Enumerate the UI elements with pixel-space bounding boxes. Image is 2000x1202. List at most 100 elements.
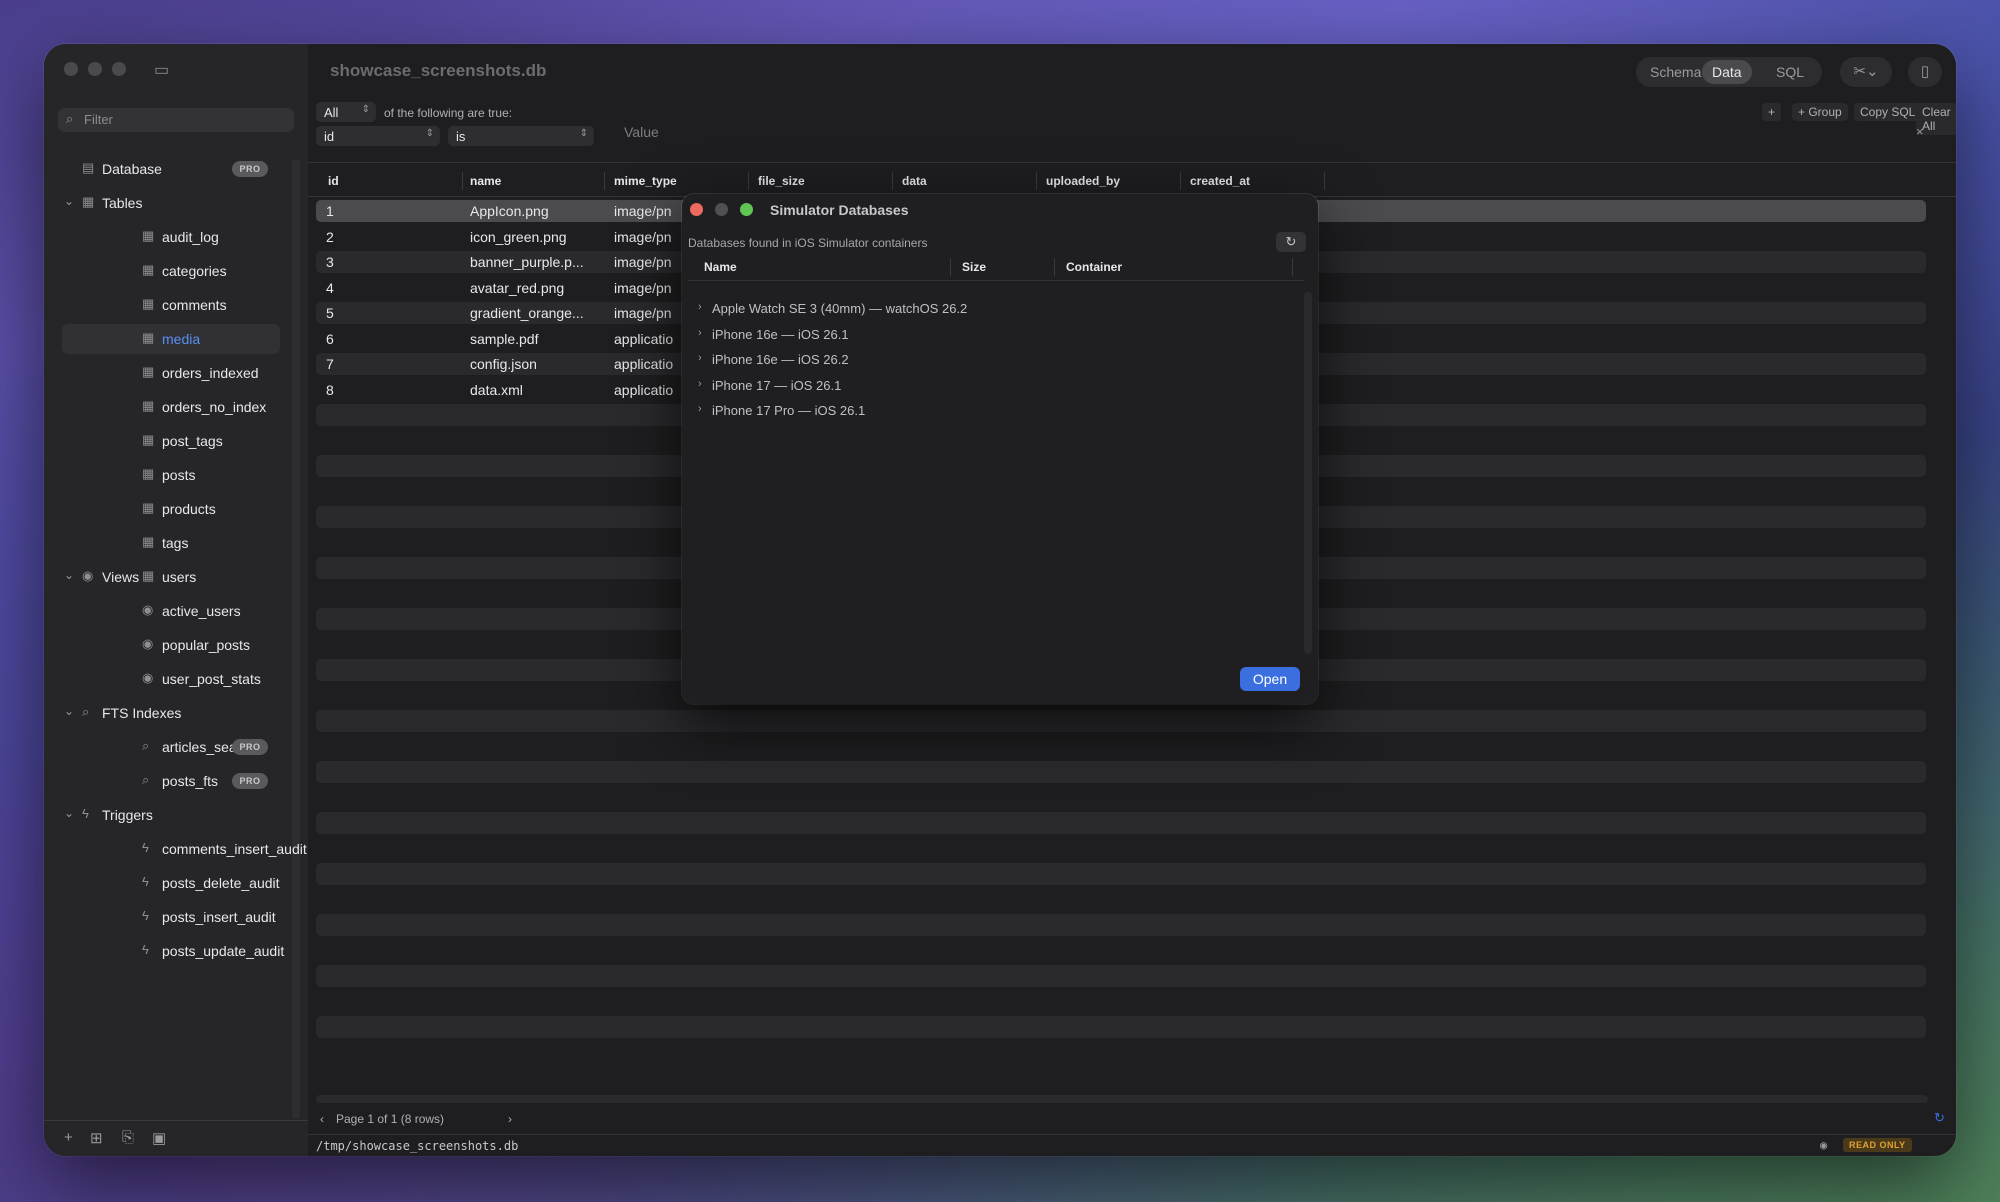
sidebar-item-tags[interactable]: ▦ tags bbox=[44, 528, 280, 558]
sidebar-item-orders-no-index[interactable]: ▦ orders_no_index bbox=[44, 392, 280, 422]
table-row[interactable] bbox=[316, 710, 1926, 732]
console-icon[interactable]: ▣ bbox=[152, 1129, 166, 1147]
sidebar-item-database[interactable]: ▤ Database PRO bbox=[44, 154, 280, 184]
column-divider[interactable] bbox=[1292, 258, 1293, 276]
tab-schema[interactable]: Schema bbox=[1650, 64, 1701, 80]
column-divider[interactable] bbox=[1054, 258, 1055, 276]
match-select[interactable]: All ⇕ bbox=[316, 102, 376, 122]
column-divider[interactable] bbox=[1324, 172, 1325, 190]
column-divider[interactable] bbox=[462, 172, 463, 190]
sidebar-item-audit-log[interactable]: ▦ audit_log bbox=[44, 222, 280, 252]
table-row[interactable] bbox=[316, 761, 1926, 783]
clipboard-icon[interactable]: ⎘ bbox=[122, 1129, 134, 1146]
close-window-button[interactable] bbox=[64, 62, 78, 76]
eye-icon[interactable]: ◉ bbox=[1820, 1138, 1827, 1152]
chevron-right-icon[interactable]: › bbox=[698, 378, 702, 390]
zoom-window-button[interactable] bbox=[112, 62, 126, 76]
column-divider[interactable] bbox=[604, 172, 605, 190]
table-row[interactable] bbox=[316, 1016, 1926, 1038]
sidebar-item-orders-indexed[interactable]: ▦ orders_indexed bbox=[44, 358, 280, 388]
sidebar-filter-input[interactable]: ⌕ Filter bbox=[58, 108, 294, 132]
next-page-button[interactable]: › bbox=[508, 1112, 512, 1126]
add-group-button[interactable]: + Group bbox=[1792, 103, 1848, 121]
table-row[interactable] bbox=[316, 1042, 1926, 1064]
add-icon[interactable]: + bbox=[64, 1129, 73, 1146]
sidebar-toggle-icon[interactable]: ▭ bbox=[154, 60, 176, 79]
table-row[interactable] bbox=[316, 736, 1926, 758]
tools-menu-button[interactable]: ✂⌄ bbox=[1840, 57, 1892, 87]
column-header-data[interactable]: data bbox=[902, 174, 927, 188]
tab-sql[interactable]: SQL bbox=[1776, 64, 1804, 80]
sidebar-item-comments-insert-audit[interactable]: ϟ comments_insert_audit bbox=[44, 834, 307, 864]
sidebar-item-categories[interactable]: ▦ categories bbox=[44, 256, 280, 286]
dialog-column-name[interactable]: Name bbox=[704, 260, 737, 274]
sidebar-section-tables[interactable]: ⌄ ▦ Tables bbox=[44, 188, 280, 218]
copy-sql-button[interactable]: Copy SQL bbox=[1854, 103, 1922, 121]
column-divider[interactable] bbox=[748, 172, 749, 190]
inspector-toggle-button[interactable]: ▯ bbox=[1908, 57, 1942, 87]
sidebar-item-post-tags[interactable]: ▦ post_tags bbox=[44, 426, 280, 456]
chevron-right-icon[interactable]: › bbox=[698, 352, 702, 364]
column-header-name[interactable]: name bbox=[470, 174, 501, 188]
sidebar-item-user-post-stats[interactable]: ◉ user_post_stats bbox=[44, 664, 280, 694]
sidebar-section-views[interactable]: ⌄ ◉ Views bbox=[44, 562, 280, 592]
table-row[interactable] bbox=[316, 889, 1926, 911]
sidebar-item-posts-insert-audit[interactable]: ϟ posts_insert_audit bbox=[44, 902, 280, 932]
operator-select[interactable]: is ⇕ bbox=[448, 126, 594, 146]
dialog-close-button[interactable] bbox=[690, 203, 703, 216]
simulator-databases-dialog: Simulator Databases Databases found in i… bbox=[682, 194, 1318, 704]
sidebar-item-popular-posts[interactable]: ◉ popular_posts bbox=[44, 630, 280, 660]
column-divider[interactable] bbox=[892, 172, 893, 190]
refresh-button[interactable]: ↻ bbox=[1276, 232, 1306, 252]
horizontal-scrollbar[interactable] bbox=[316, 1095, 1928, 1103]
sidebar-item-posts-fts[interactable]: ⌕ posts_fts PRO bbox=[44, 766, 280, 796]
sidebar-item-articles-search[interactable]: ⌕ articles_search PRO bbox=[44, 732, 280, 762]
tab-data[interactable]: Data bbox=[1702, 60, 1752, 84]
dialog-column-size[interactable]: Size bbox=[962, 260, 986, 274]
refresh-icon: ↻ bbox=[1285, 234, 1297, 249]
column-divider[interactable] bbox=[950, 258, 951, 276]
sidebar-item-comments[interactable]: ▦ comments bbox=[44, 290, 280, 320]
column-header-id[interactable]: id bbox=[328, 174, 339, 188]
table-row[interactable] bbox=[316, 965, 1926, 987]
filter-value-input[interactable]: Value bbox=[624, 124, 1916, 144]
sidebar-section-fts[interactable]: ⌄ ⌕ FTS Indexes bbox=[44, 698, 280, 728]
add-condition-button[interactable]: + bbox=[1762, 103, 1782, 121]
column-header-uploaded-by[interactable]: uploaded_by bbox=[1046, 174, 1120, 188]
field-select[interactable]: id ⇕ bbox=[316, 126, 440, 146]
sidebar-item-active-users[interactable]: ◉ active_users bbox=[44, 596, 280, 626]
table-row[interactable] bbox=[316, 914, 1926, 936]
sidebar-item-posts-update-audit[interactable]: ϟ posts_update_audit bbox=[44, 936, 284, 966]
minimize-window-button[interactable] bbox=[88, 62, 102, 76]
chevron-right-icon[interactable]: › bbox=[698, 403, 702, 415]
table-row[interactable] bbox=[316, 812, 1926, 834]
sidebar-item-media[interactable]: ▦ media bbox=[62, 324, 280, 354]
sidebar-item-posts-delete-audit[interactable]: ϟ posts_delete_audit bbox=[44, 868, 280, 898]
sidebar-section-triggers[interactable]: ⌄ ϟ Triggers bbox=[44, 800, 280, 830]
table-row[interactable] bbox=[316, 787, 1926, 809]
refresh-icon[interactable]: ↻ bbox=[1934, 1110, 1945, 1126]
open-button[interactable]: Open bbox=[1240, 667, 1300, 691]
column-divider[interactable] bbox=[1036, 172, 1037, 190]
table-row[interactable] bbox=[316, 838, 1926, 860]
column-header-mime-type[interactable]: mime_type bbox=[614, 174, 677, 188]
table-row[interactable] bbox=[316, 991, 1926, 1013]
sidebar-item-products[interactable]: ▦ products bbox=[44, 494, 280, 524]
prev-page-button[interactable]: ‹ bbox=[320, 1112, 324, 1126]
table-row[interactable] bbox=[316, 940, 1926, 962]
tools-icon: ✂⌄ bbox=[1853, 63, 1879, 80]
table-row[interactable] bbox=[316, 863, 1926, 885]
chevron-right-icon[interactable]: › bbox=[698, 301, 702, 313]
chevron-right-icon[interactable]: › bbox=[698, 327, 702, 339]
column-divider[interactable] bbox=[1180, 172, 1181, 190]
sidebar-item-posts[interactable]: ▦ posts bbox=[44, 460, 280, 490]
dialog-minimize-button[interactable] bbox=[715, 203, 728, 216]
column-header-created-at[interactable]: created_at bbox=[1190, 174, 1250, 188]
remove-condition-button[interactable]: × bbox=[1916, 124, 1924, 139]
dialog-zoom-button[interactable] bbox=[740, 203, 753, 216]
column-header-file-size[interactable]: file_size bbox=[758, 174, 805, 188]
dialog-column-container[interactable]: Container bbox=[1066, 260, 1122, 274]
attach-database-icon[interactable]: ⊞ bbox=[90, 1129, 103, 1147]
sidebar-scrollbar[interactable] bbox=[292, 159, 300, 1119]
dialog-scrollbar[interactable] bbox=[1304, 292, 1312, 654]
